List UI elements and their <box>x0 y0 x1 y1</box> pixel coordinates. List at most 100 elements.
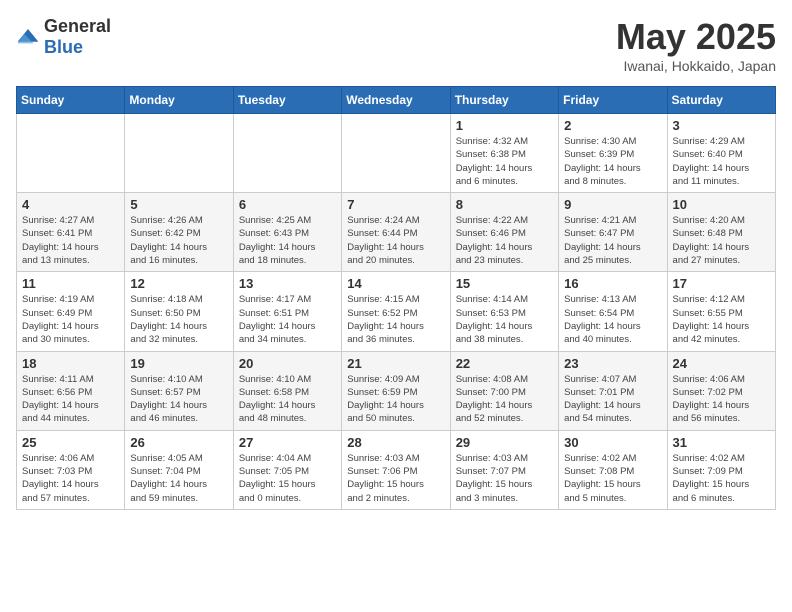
day-info: Sunrise: 4:10 AM Sunset: 6:57 PM Dayligh… <box>130 373 227 426</box>
calendar-header-row: SundayMondayTuesdayWednesdayThursdayFrid… <box>17 87 776 114</box>
day-info: Sunrise: 4:17 AM Sunset: 6:51 PM Dayligh… <box>239 293 336 346</box>
calendar-cell: 30Sunrise: 4:02 AM Sunset: 7:08 PM Dayli… <box>559 430 667 509</box>
day-info: Sunrise: 4:03 AM Sunset: 7:07 PM Dayligh… <box>456 452 553 505</box>
calendar-cell: 29 Sunrise: 4:03 AM Sunset: 7:07 PM Dayli… <box>450 430 558 509</box>
day-info: Sunrise: 4:19 AM Sunset: 6:49 PM Dayligh… <box>22 293 119 346</box>
day-number: 27 <box>239 435 336 450</box>
day-info: Sunrise: 4:06 AM Sunset: 7:02 PM Dayligh… <box>673 373 770 426</box>
calendar-cell <box>342 114 450 193</box>
weekday-header: Thursday <box>450 87 558 114</box>
day-info: Sunrise: 4:03 AM Sunset: 7:06 PM Dayligh… <box>347 452 444 505</box>
day-info: Sunrise: 4:30 AM Sunset: 6:39 PM Dayligh… <box>564 135 661 188</box>
calendar-week-row: 4 Sunrise: 4:27 AM Sunset: 6:41 PM Daylig… <box>17 193 776 272</box>
calendar-cell: 9 Sunrise: 4:21 AM Sunset: 6:47 PM Daylig… <box>559 193 667 272</box>
calendar-cell: 3 Sunrise: 4:29 AM Sunset: 6:40 PM Daylig… <box>667 114 775 193</box>
weekday-header: Wednesday <box>342 87 450 114</box>
calendar-cell: 6 Sunrise: 4:25 AM Sunset: 6:43 PM Daylig… <box>233 193 341 272</box>
day-number: 3 <box>673 118 770 133</box>
day-number: 16 <box>564 276 661 291</box>
calendar-cell: 2 Sunrise: 4:30 AM Sunset: 6:39 PM Daylig… <box>559 114 667 193</box>
day-info: Sunrise: 4:15 AM Sunset: 6:52 PM Dayligh… <box>347 293 444 346</box>
day-number: 1 <box>456 118 553 133</box>
calendar-cell: 28 Sunrise: 4:03 AM Sunset: 7:06 PM Dayli… <box>342 430 450 509</box>
calendar-cell: 19 Sunrise: 4:10 AM Sunset: 6:57 PM Dayli… <box>125 351 233 430</box>
day-number: 7 <box>347 197 444 212</box>
calendar-cell: 14 Sunrise: 4:15 AM Sunset: 6:52 PM Dayli… <box>342 272 450 351</box>
calendar-cell: 20 Sunrise: 4:10 AM Sunset: 6:58 PM Dayli… <box>233 351 341 430</box>
calendar-cell: 13Sunrise: 4:17 AM Sunset: 6:51 PM Dayli… <box>233 272 341 351</box>
day-number: 24 <box>673 356 770 371</box>
calendar-cell: 10Sunrise: 4:20 AM Sunset: 6:48 PM Dayli… <box>667 193 775 272</box>
day-info: Sunrise: 4:06 AM Sunset: 7:03 PM Dayligh… <box>22 452 119 505</box>
weekday-header: Sunday <box>17 87 125 114</box>
calendar-week-row: 25 Sunrise: 4:06 AM Sunset: 7:03 PM Dayli… <box>17 430 776 509</box>
day-info: Sunrise: 4:25 AM Sunset: 6:43 PM Dayligh… <box>239 214 336 267</box>
day-info: Sunrise: 4:20 AM Sunset: 6:48 PM Dayligh… <box>673 214 770 267</box>
logo-icon <box>16 27 40 47</box>
day-info: Sunrise: 4:05 AM Sunset: 7:04 PM Dayligh… <box>130 452 227 505</box>
calendar-cell: 16 Sunrise: 4:13 AM Sunset: 6:54 PM Dayli… <box>559 272 667 351</box>
day-number: 28 <box>347 435 444 450</box>
calendar-week-row: 1 Sunrise: 4:32 AM Sunset: 6:38 PM Daylig… <box>17 114 776 193</box>
calendar-cell: 18Sunrise: 4:11 AM Sunset: 6:56 PM Dayli… <box>17 351 125 430</box>
day-info: Sunrise: 4:04 AM Sunset: 7:05 PM Dayligh… <box>239 452 336 505</box>
day-info: Sunrise: 4:14 AM Sunset: 6:53 PM Dayligh… <box>456 293 553 346</box>
calendar-cell: 27 Sunrise: 4:04 AM Sunset: 7:05 PM Dayli… <box>233 430 341 509</box>
day-number: 6 <box>239 197 336 212</box>
calendar-cell <box>125 114 233 193</box>
location: Iwanai, Hokkaido, Japan <box>616 58 776 74</box>
day-info: Sunrise: 4:13 AM Sunset: 6:54 PM Dayligh… <box>564 293 661 346</box>
day-info: Sunrise: 4:22 AM Sunset: 6:46 PM Dayligh… <box>456 214 553 267</box>
day-info: Sunrise: 4:07 AM Sunset: 7:01 PM Dayligh… <box>564 373 661 426</box>
day-number: 11 <box>22 276 119 291</box>
title-block: May 2025 Iwanai, Hokkaido, Japan <box>616 16 776 74</box>
day-number: 29 <box>456 435 553 450</box>
day-number: 12 <box>130 276 227 291</box>
calendar-cell <box>17 114 125 193</box>
day-number: 19 <box>130 356 227 371</box>
calendar-cell: 1 Sunrise: 4:32 AM Sunset: 6:38 PM Daylig… <box>450 114 558 193</box>
day-number: 2 <box>564 118 661 133</box>
calendar-week-row: 11 Sunrise: 4:19 AM Sunset: 6:49 PM Dayli… <box>17 272 776 351</box>
day-info: Sunrise: 4:18 AM Sunset: 6:50 PM Dayligh… <box>130 293 227 346</box>
day-number: 14 <box>347 276 444 291</box>
day-info: Sunrise: 4:10 AM Sunset: 6:58 PM Dayligh… <box>239 373 336 426</box>
day-number: 18 <box>22 356 119 371</box>
month-title: May 2025 <box>616 16 776 58</box>
day-number: 8 <box>456 197 553 212</box>
day-number: 30 <box>564 435 661 450</box>
day-number: 20 <box>239 356 336 371</box>
logo: General Blue <box>16 16 111 58</box>
day-number: 22 <box>456 356 553 371</box>
day-info: Sunrise: 4:29 AM Sunset: 6:40 PM Dayligh… <box>673 135 770 188</box>
day-info: Sunrise: 4:27 AM Sunset: 6:41 PM Dayligh… <box>22 214 119 267</box>
calendar-week-row: 18Sunrise: 4:11 AM Sunset: 6:56 PM Dayli… <box>17 351 776 430</box>
logo-general: General <box>44 16 111 36</box>
calendar-cell: 21Sunrise: 4:09 AM Sunset: 6:59 PM Dayli… <box>342 351 450 430</box>
day-info: Sunrise: 4:32 AM Sunset: 6:38 PM Dayligh… <box>456 135 553 188</box>
calendar-table: SundayMondayTuesdayWednesdayThursdayFrid… <box>16 86 776 510</box>
day-info: Sunrise: 4:02 AM Sunset: 7:09 PM Dayligh… <box>673 452 770 505</box>
day-number: 9 <box>564 197 661 212</box>
day-info: Sunrise: 4:08 AM Sunset: 7:00 PM Dayligh… <box>456 373 553 426</box>
calendar-cell: 31Sunrise: 4:02 AM Sunset: 7:09 PM Dayli… <box>667 430 775 509</box>
day-number: 23 <box>564 356 661 371</box>
calendar-cell: 24 Sunrise: 4:06 AM Sunset: 7:02 PM Dayli… <box>667 351 775 430</box>
day-number: 5 <box>130 197 227 212</box>
calendar-cell <box>233 114 341 193</box>
day-number: 26 <box>130 435 227 450</box>
calendar-cell: 7Sunrise: 4:24 AM Sunset: 6:44 PM Daylig… <box>342 193 450 272</box>
day-number: 4 <box>22 197 119 212</box>
logo-blue: Blue <box>44 37 83 57</box>
day-number: 25 <box>22 435 119 450</box>
calendar-cell: 26 Sunrise: 4:05 AM Sunset: 7:04 PM Dayli… <box>125 430 233 509</box>
calendar-cell: 25 Sunrise: 4:06 AM Sunset: 7:03 PM Dayli… <box>17 430 125 509</box>
weekday-header: Saturday <box>667 87 775 114</box>
calendar-cell: 23 Sunrise: 4:07 AM Sunset: 7:01 PM Dayli… <box>559 351 667 430</box>
calendar-cell: 5Sunrise: 4:26 AM Sunset: 6:42 PM Daylig… <box>125 193 233 272</box>
page-header: General Blue May 2025 Iwanai, Hokkaido, … <box>16 16 776 74</box>
day-number: 21 <box>347 356 444 371</box>
day-info: Sunrise: 4:21 AM Sunset: 6:47 PM Dayligh… <box>564 214 661 267</box>
weekday-header: Friday <box>559 87 667 114</box>
calendar-cell: 4 Sunrise: 4:27 AM Sunset: 6:41 PM Daylig… <box>17 193 125 272</box>
